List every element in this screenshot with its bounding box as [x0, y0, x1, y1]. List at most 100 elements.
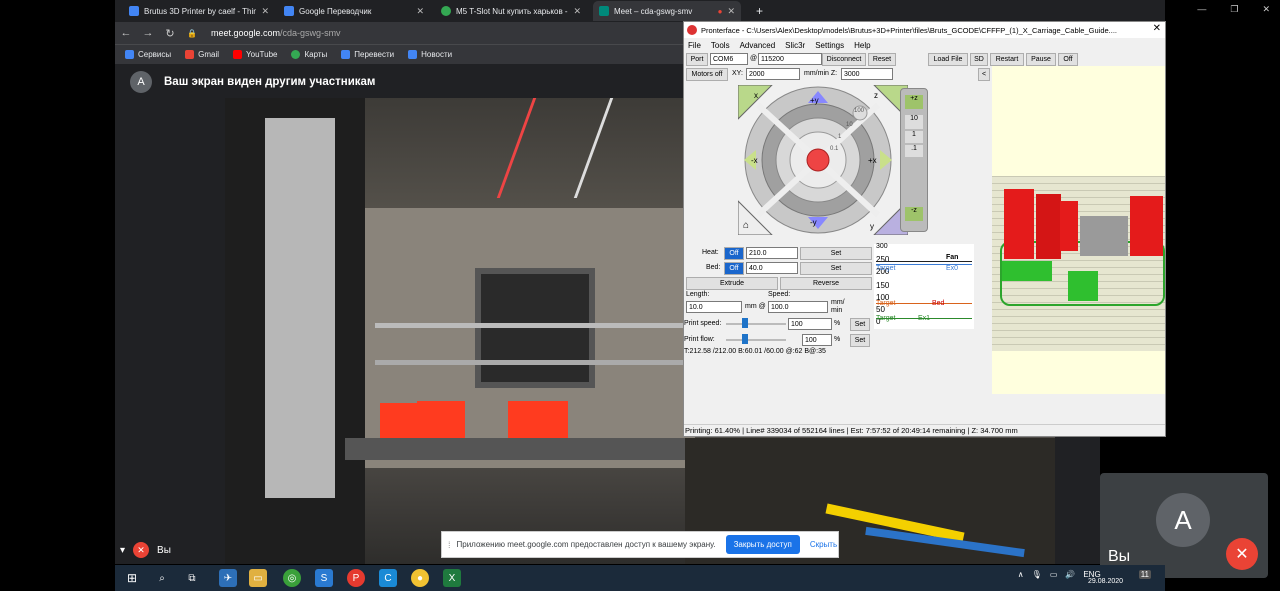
skype-icon[interactable]: S — [315, 569, 333, 587]
bed-off-button[interactable]: Off — [724, 262, 744, 275]
print-speed-set-button[interactable]: Set — [850, 318, 870, 331]
lock-icon[interactable]: 🔒 — [181, 29, 203, 38]
microphone-icon[interactable]: 🎙 — [1032, 570, 1042, 579]
restart-button[interactable]: Restart — [990, 53, 1024, 66]
tab-tslot[interactable]: M5 T-Slot Nut купить харьков - ✕ — [435, 1, 587, 21]
close-icon[interactable]: ✕ — [1262, 4, 1270, 15]
print-flow-slider[interactable] — [726, 339, 786, 341]
close-icon[interactable]: ✕ — [1153, 23, 1161, 34]
mic-off-icon[interactable]: ✕ — [1226, 538, 1258, 570]
new-tab-button[interactable]: + — [750, 1, 770, 21]
print-flow-input[interactable]: 100 — [802, 334, 832, 346]
extrude-button[interactable]: Extrude — [686, 277, 778, 290]
maximize-icon[interactable]: ❐ — [1230, 4, 1238, 15]
z-step-01[interactable]: .1 — [905, 145, 923, 157]
hide-notice-button[interactable]: Скрыть — [810, 540, 837, 549]
reset-button[interactable]: Reset — [868, 53, 896, 66]
off-button[interactable]: Off — [1058, 53, 1078, 66]
bookmark-news[interactable]: Новости — [408, 50, 452, 59]
step-01-label[interactable]: 0.1 — [830, 146, 838, 152]
z-jog-panel[interactable]: +z 10 1 .1 -z — [900, 88, 928, 232]
chrome-icon[interactable]: ● — [411, 569, 429, 587]
close-tab-icon[interactable]: ✕ — [261, 6, 269, 17]
menu-advanced[interactable]: Advanced — [740, 41, 776, 50]
heat-set-button[interactable]: Set — [800, 247, 872, 260]
minimize-icon[interactable]: — — [1197, 4, 1206, 15]
tab-meet[interactable]: Meet – cda-gswg-smv ● ✕ — [593, 1, 741, 21]
back-icon[interactable]: ← — [115, 27, 137, 39]
excel-icon[interactable]: X — [443, 569, 461, 587]
home-z-label[interactable]: z — [874, 91, 878, 100]
plus-y-label[interactable]: +y — [810, 96, 819, 105]
gcode-3d-viewport[interactable] — [992, 66, 1165, 394]
print-flow-thumb[interactable] — [742, 334, 748, 344]
collapse-button[interactable]: < — [978, 68, 990, 81]
menu-slic3r[interactable]: Slic3r — [785, 41, 805, 50]
bookmark-maps[interactable]: Карты — [291, 50, 327, 59]
network-icon[interactable]: ▭ — [1050, 570, 1058, 579]
motors-off-button[interactable]: Motors off — [686, 68, 728, 81]
close-tab-icon[interactable]: ✕ — [573, 6, 581, 17]
z-minus-button[interactable]: -z — [905, 207, 923, 221]
length-input[interactable]: 10.0 — [686, 301, 742, 313]
home-x-label[interactable]: x — [754, 91, 758, 100]
jog-control[interactable] — [738, 85, 908, 235]
tab-brutus[interactable]: Brutus 3D Printer by caelf - Thing ✕ — [123, 1, 275, 21]
bookmark-services[interactable]: Сервисы — [125, 50, 171, 59]
telegram-icon[interactable]: ✈ — [219, 569, 237, 587]
pin-icon[interactable]: ▾ — [120, 545, 125, 556]
step-100-label[interactable]: 100 — [854, 108, 864, 114]
print-speed-thumb[interactable] — [742, 318, 748, 328]
file-explorer-icon[interactable]: ▭ — [249, 569, 267, 587]
heat-temp-select[interactable]: 210.0 — [746, 247, 798, 259]
minus-x-label[interactable]: -x — [751, 156, 758, 165]
close-tab-icon[interactable]: ✕ — [416, 6, 424, 17]
bed-temp-select[interactable]: 40.0 — [746, 262, 798, 274]
heat-off-button[interactable]: Off — [724, 247, 744, 260]
task-view-icon[interactable]: ⧉ — [183, 569, 201, 587]
bookmark-translate[interactable]: Перевести — [341, 50, 394, 59]
url-field[interactable]: meet.google.com/cda-gswg-smv — [211, 28, 341, 38]
minus-y-label[interactable]: -y — [810, 218, 817, 227]
pronterface-icon[interactable]: P — [347, 569, 365, 587]
plus-x-label[interactable]: +x — [868, 156, 877, 165]
pause-button[interactable]: Pause — [1026, 53, 1056, 66]
volume-icon[interactable]: 🔊 — [1065, 570, 1075, 579]
port-select[interactable]: COM6 — [710, 53, 748, 65]
bed-set-button[interactable]: Set — [800, 262, 872, 275]
baud-select[interactable]: 115200 — [758, 53, 822, 65]
windows-start-icon[interactable]: ⊞ — [123, 569, 141, 587]
z-plus-button[interactable]: +z — [905, 95, 923, 109]
xy-speed-input[interactable]: 2000 — [746, 68, 800, 80]
drag-handle-icon[interactable]: ⁞ — [448, 540, 451, 550]
home-y-label[interactable]: y — [870, 222, 874, 231]
app-c-icon[interactable]: C — [379, 569, 397, 587]
bookmark-youtube[interactable]: YouTube — [233, 50, 277, 59]
notifications-badge[interactable]: 11 — [1138, 570, 1151, 579]
app-icon[interactable]: ◎ — [283, 569, 301, 587]
z-speed-input[interactable]: 3000 — [841, 68, 893, 80]
search-icon[interactable]: ⌕ — [153, 569, 171, 587]
forward-icon[interactable]: → — [137, 27, 159, 39]
bookmark-gmail[interactable]: Gmail — [185, 50, 219, 59]
home-all-icon[interactable]: ⌂ — [743, 220, 749, 231]
sd-button[interactable]: SD — [970, 53, 988, 66]
reverse-button[interactable]: Reverse — [780, 277, 872, 290]
z-step-1[interactable]: 1 — [905, 131, 923, 143]
print-speed-slider[interactable] — [726, 323, 786, 325]
speed-input[interactable]: 100.0 — [768, 301, 828, 313]
menu-file[interactable]: File — [688, 41, 701, 50]
menu-settings[interactable]: Settings — [815, 41, 844, 50]
menu-tools[interactable]: Tools — [711, 41, 730, 50]
port-button[interactable]: Port — [686, 53, 708, 66]
taskbar-date[interactable]: 29.08.2020 — [1088, 578, 1123, 585]
close-tab-icon[interactable]: ✕ — [727, 6, 735, 17]
step-1-label[interactable]: 1 — [838, 134, 841, 140]
print-speed-input[interactable]: 100 — [788, 318, 832, 330]
tray-expand-icon[interactable]: ∧ — [1018, 570, 1024, 579]
stop-sharing-button[interactable]: Закрыть доступ — [725, 535, 800, 554]
print-flow-set-button[interactable]: Set — [850, 334, 870, 347]
load-file-button[interactable]: Load File — [928, 53, 968, 66]
tab-translate[interactable]: Google Переводчик ✕ — [278, 1, 430, 21]
reload-icon[interactable]: ↻ — [159, 27, 181, 40]
